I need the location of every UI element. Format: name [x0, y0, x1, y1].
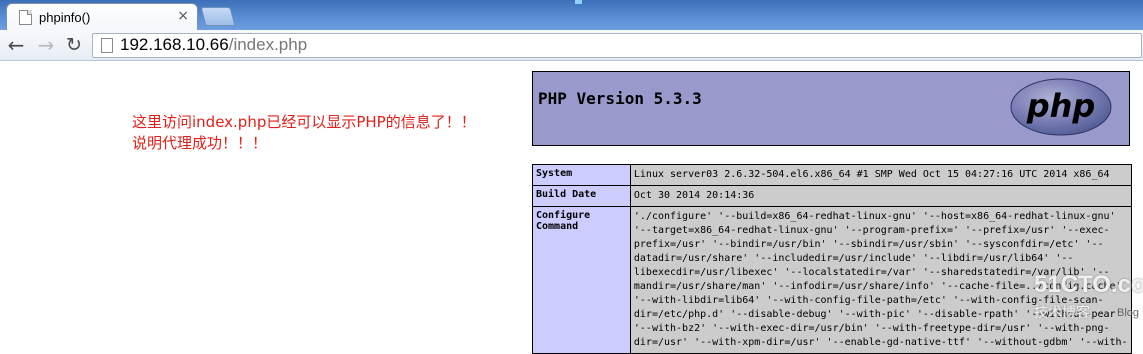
row-value-system: Linux server03 2.6.32-504.el6.x86_64 #1 … [629, 164, 1133, 186]
watermark-logo: 51CTO.com [1034, 271, 1143, 298]
page-icon [19, 10, 32, 25]
php-logo-icon[interactable]: php [1010, 77, 1112, 137]
table-row: System Linux server03 2.6.32-504.el6.x86… [532, 164, 1133, 186]
address-bar[interactable]: 192.168.10.66/index.php [92, 33, 1142, 58]
annotation-line-1: 这里访问index.php已经可以显示PHP的信息了！！ [132, 113, 476, 131]
browser-toolbar: ← → ↻ 192.168.10.66/index.php [0, 30, 1143, 61]
php-info-table: System Linux server03 2.6.32-504.el6.x86… [532, 164, 1133, 354]
watermark-subtitle: 技术博客 [1034, 305, 1090, 321]
back-arrow-icon[interactable]: ← [4, 33, 28, 57]
row-label-configure-command: Configure Command [532, 206, 631, 354]
php-header: PHP Version 5.3.3 php [532, 71, 1130, 146]
table-row: Build Date Oct 30 2014 20:14:36 [532, 185, 1133, 207]
tab-title: phpinfo() [39, 10, 91, 25]
php-logo-text: php [1026, 87, 1096, 125]
php-version-title: PHP Version 5.3.3 [538, 89, 702, 108]
page-icon [101, 38, 113, 53]
window-glint [575, 0, 582, 4]
url-host: 192.168.10.66 [120, 35, 229, 54]
annotation-line-2: 说明代理成功！！！ [132, 134, 268, 152]
url-path: /index.php [228, 35, 308, 54]
forward-arrow-icon[interactable]: → [34, 33, 58, 57]
row-label-system: System [532, 164, 631, 186]
new-tab-button[interactable] [200, 7, 236, 26]
reload-icon[interactable]: ↻ [62, 33, 86, 57]
row-value-build-date: Oct 30 2014 20:14:36 [629, 185, 1133, 207]
tab-phpinfo[interactable]: phpinfo() × [6, 3, 198, 31]
annotation-text: 这里访问index.php已经可以显示PHP的信息了！！ 说明代理成功！！！ [132, 112, 476, 154]
close-icon[interactable]: × [177, 8, 189, 24]
watermark-blog: Blog [1117, 307, 1140, 319]
url-text[interactable]: 192.168.10.66/index.php [120, 35, 307, 55]
tab-strip: phpinfo() × [0, 0, 1143, 31]
row-label-build-date: Build Date [532, 185, 631, 207]
